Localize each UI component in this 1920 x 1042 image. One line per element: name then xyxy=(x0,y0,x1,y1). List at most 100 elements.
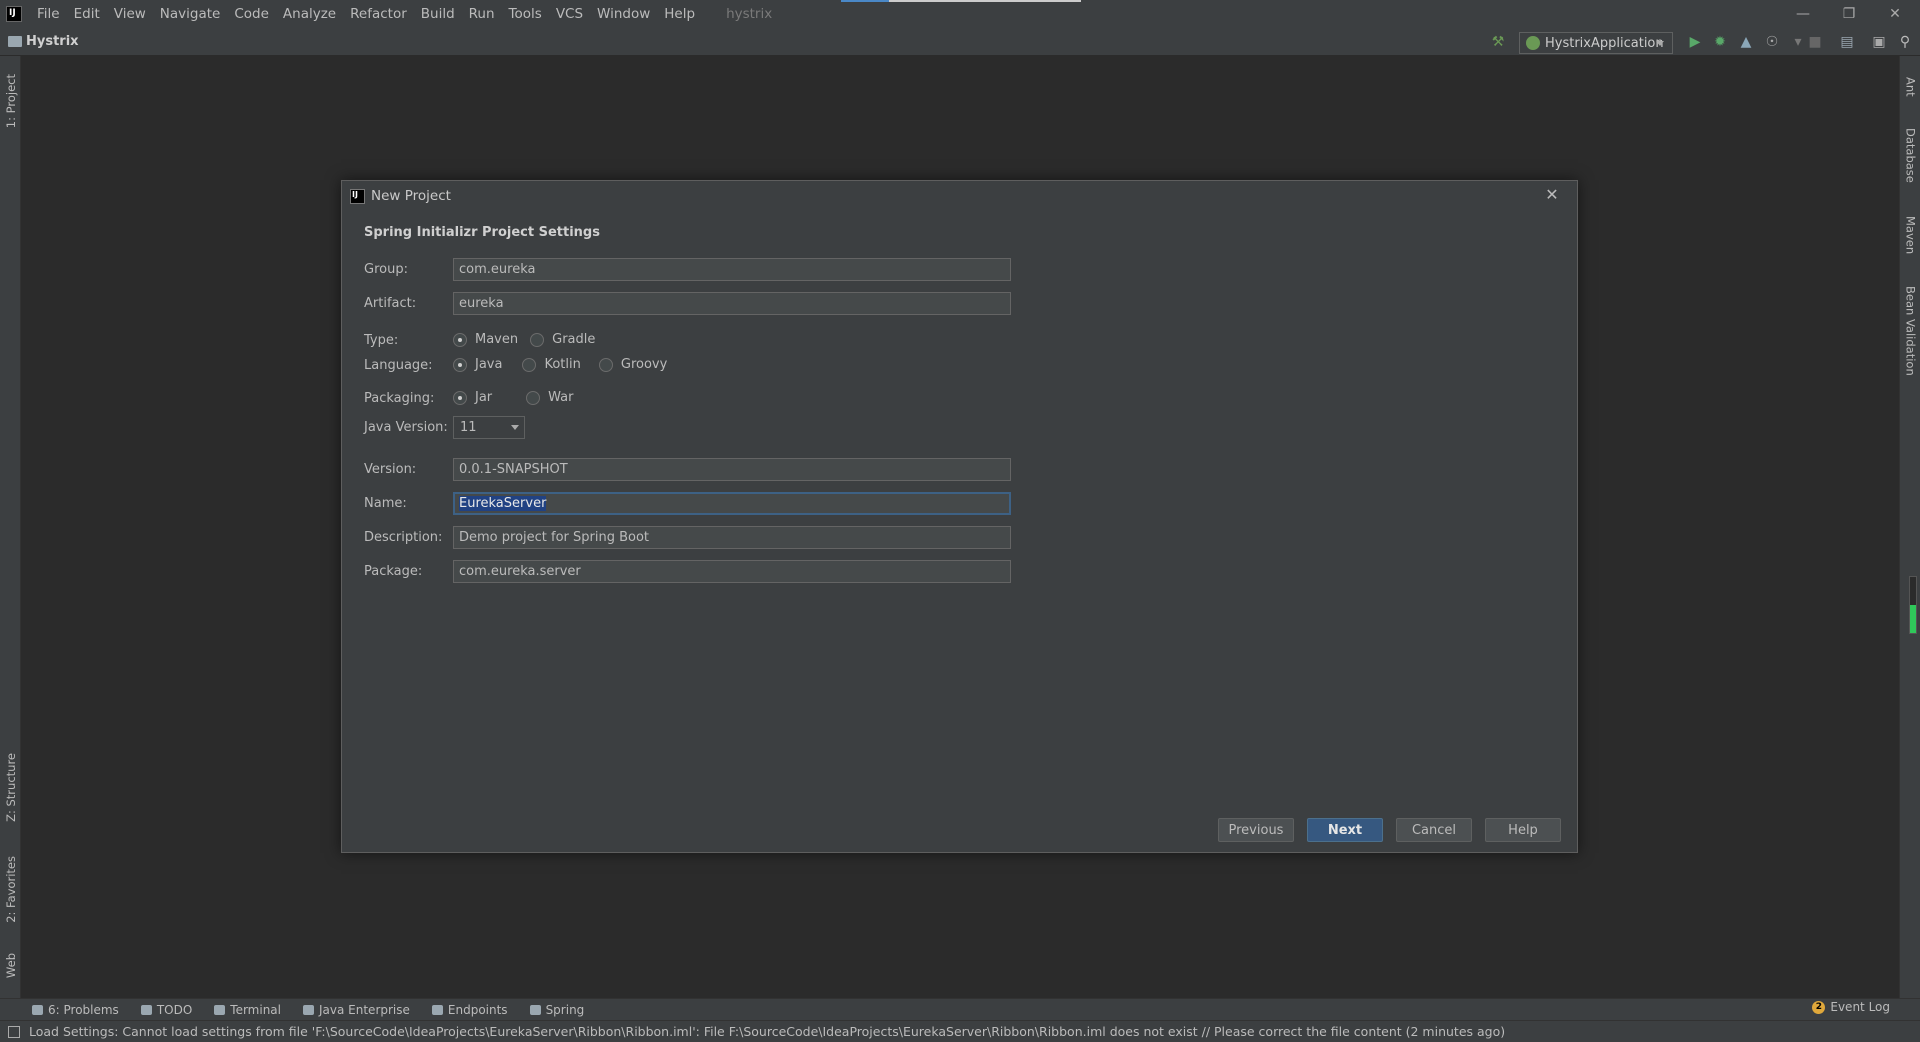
project-structure-icon[interactable]: ▤ xyxy=(1838,33,1856,51)
tab-java-enterprise-label: Java Enterprise xyxy=(319,1002,410,1017)
java-version-value: 11 xyxy=(460,420,477,435)
tab-todo[interactable]: TODO xyxy=(140,1003,192,1017)
menu-analyze[interactable]: Analyze xyxy=(276,0,343,28)
project-breadcrumb[interactable]: Hystrix xyxy=(8,34,79,49)
close-window-button[interactable]: ✕ xyxy=(1872,0,1918,28)
run-icon[interactable]: ▶ xyxy=(1686,33,1704,51)
package-field[interactable]: com.eureka.server xyxy=(453,560,1011,583)
event-log-button[interactable]: 2 Event Log xyxy=(1812,1000,1890,1014)
tab-terminal[interactable]: Terminal xyxy=(214,1003,281,1017)
stop-icon[interactable]: ■ xyxy=(1806,33,1824,51)
intellij-logo-icon xyxy=(6,6,22,22)
section-title: Spring Initializr Project Settings xyxy=(364,225,600,240)
menu-bar: File Edit View Navigate Code Analyze Ref… xyxy=(0,0,1920,28)
name-field[interactable]: EurekaServer xyxy=(453,492,1011,515)
name-label: Name: xyxy=(364,496,407,511)
minimize-window-button[interactable]: — xyxy=(1780,0,1826,28)
menu-window[interactable]: Window xyxy=(590,0,657,28)
tab-endpoints[interactable]: Endpoints xyxy=(431,1002,508,1017)
previous-button[interactable]: Previous xyxy=(1218,818,1294,842)
radio-groovy-label: Groovy xyxy=(620,357,668,372)
radio-dot-icon xyxy=(522,357,537,372)
menu-help[interactable]: Help xyxy=(657,0,702,28)
tab-ant[interactable]: Ant xyxy=(1900,62,1920,112)
more-run-options-icon[interactable]: ▾ xyxy=(1789,33,1807,51)
window-project-title: hystrix xyxy=(726,6,773,22)
close-icon[interactable]: ✕ xyxy=(1543,186,1561,204)
artifact-field[interactable]: eureka xyxy=(453,292,1011,315)
menu-vcs[interactable]: VCS xyxy=(549,0,590,28)
debug-icon[interactable]: ✹ xyxy=(1711,33,1729,51)
version-field[interactable]: 0.0.1-SNAPSHOT xyxy=(453,458,1011,481)
menu-view[interactable]: View xyxy=(107,0,153,28)
background-progress-bar xyxy=(841,0,1081,2)
radio-kotlin[interactable]: Kotlin xyxy=(522,357,581,372)
tab-favorites-label: 2: Favorites xyxy=(3,855,18,923)
dialog-title-bar: New Project xyxy=(342,181,1577,211)
menu-run[interactable]: Run xyxy=(462,0,502,28)
toggle-layout-icon[interactable]: ▣ xyxy=(1870,33,1888,51)
radio-kotlin-label: Kotlin xyxy=(544,357,581,372)
group-field[interactable]: com.eureka xyxy=(453,258,1011,281)
status-bar: Load Settings: Cannot load settings from… xyxy=(0,1020,1920,1042)
radio-jar-label: Jar xyxy=(475,390,493,405)
profile-icon[interactable]: ☉ xyxy=(1763,33,1781,51)
artifact-label: Artifact: xyxy=(364,296,417,311)
type-radio-group: Maven Gradle xyxy=(453,332,607,347)
description-field[interactable]: Demo project for Spring Boot xyxy=(453,526,1011,549)
tab-spring[interactable]: Spring xyxy=(529,1002,585,1017)
dialog-title: New Project xyxy=(371,188,451,204)
next-button[interactable]: Next xyxy=(1307,818,1383,842)
menu-refactor[interactable]: Refactor xyxy=(343,0,414,28)
chevron-down-icon xyxy=(1656,41,1664,46)
tab-bean-validation[interactable]: Bean Validation xyxy=(1900,278,1920,384)
help-button[interactable]: Help xyxy=(1485,818,1561,842)
spring-leaf-icon xyxy=(529,1004,541,1015)
radio-dot-icon xyxy=(530,332,545,347)
left-tool-window-strip: 1: Project Z: Structure 2: Favorites Web xyxy=(0,56,21,998)
menu-navigate[interactable]: Navigate xyxy=(153,0,228,28)
menu-code[interactable]: Code xyxy=(227,0,276,28)
radio-jar[interactable]: Jar xyxy=(453,390,492,405)
tab-maven[interactable]: Maven xyxy=(1900,204,1920,266)
tab-endpoints-label: Endpoints xyxy=(447,1002,508,1017)
radio-gradle[interactable]: Gradle xyxy=(530,332,595,347)
menu-edit[interactable]: Edit xyxy=(67,0,107,28)
build-hammer-icon[interactable]: ⚒ xyxy=(1489,33,1507,51)
tab-database[interactable]: Database xyxy=(1900,118,1920,192)
java-enterprise-icon xyxy=(303,1004,314,1015)
new-project-dialog: New Project ✕ Spring Initializr Project … xyxy=(341,180,1578,853)
tab-terminal-label: Terminal xyxy=(230,1002,281,1017)
menu-build[interactable]: Build xyxy=(414,0,462,28)
tab-web[interactable]: Web xyxy=(0,941,21,991)
restore-window-button[interactable]: ❐ xyxy=(1826,0,1872,28)
tab-spring-label: Spring xyxy=(545,1002,585,1017)
status-message[interactable]: Load Settings: Cannot load settings from… xyxy=(29,1024,1505,1039)
memory-indicator[interactable] xyxy=(1909,576,1917,634)
tab-web-label: Web xyxy=(3,953,18,979)
run-configuration-dropdown[interactable]: HystrixApplication xyxy=(1519,32,1673,54)
menu-file[interactable]: File xyxy=(30,0,67,28)
radio-groovy[interactable]: Groovy xyxy=(598,357,668,372)
menu-tools[interactable]: Tools xyxy=(502,0,549,28)
tab-java-enterprise[interactable]: Java Enterprise xyxy=(303,1003,410,1017)
radio-maven[interactable]: Maven xyxy=(453,332,518,347)
tab-structure[interactable]: Z: Structure xyxy=(0,744,21,830)
radio-java-label: Java xyxy=(475,357,503,372)
tab-problems-label: 6: Problems xyxy=(48,1002,119,1017)
radio-java[interactable]: Java xyxy=(453,357,502,372)
search-everywhere-icon[interactable]: ⚲ xyxy=(1896,33,1914,51)
radio-gradle-label: Gradle xyxy=(552,332,596,347)
intellij-logo-icon xyxy=(350,188,365,204)
coverage-icon[interactable]: ▲ xyxy=(1737,33,1755,51)
tab-bean-validation-label: Bean Validation xyxy=(1903,286,1918,376)
type-label: Type: xyxy=(364,333,399,348)
status-toggle-icon[interactable] xyxy=(8,1025,20,1038)
tab-problems[interactable]: 6: Problems xyxy=(32,1003,119,1017)
tab-project[interactable]: 1: Project xyxy=(0,60,21,142)
cancel-button[interactable]: Cancel xyxy=(1396,818,1472,842)
description-label: Description: xyxy=(364,530,443,545)
tab-favorites[interactable]: 2: Favorites xyxy=(0,846,21,932)
radio-war[interactable]: War xyxy=(526,390,574,405)
java-version-select[interactable]: 11 xyxy=(453,416,525,439)
